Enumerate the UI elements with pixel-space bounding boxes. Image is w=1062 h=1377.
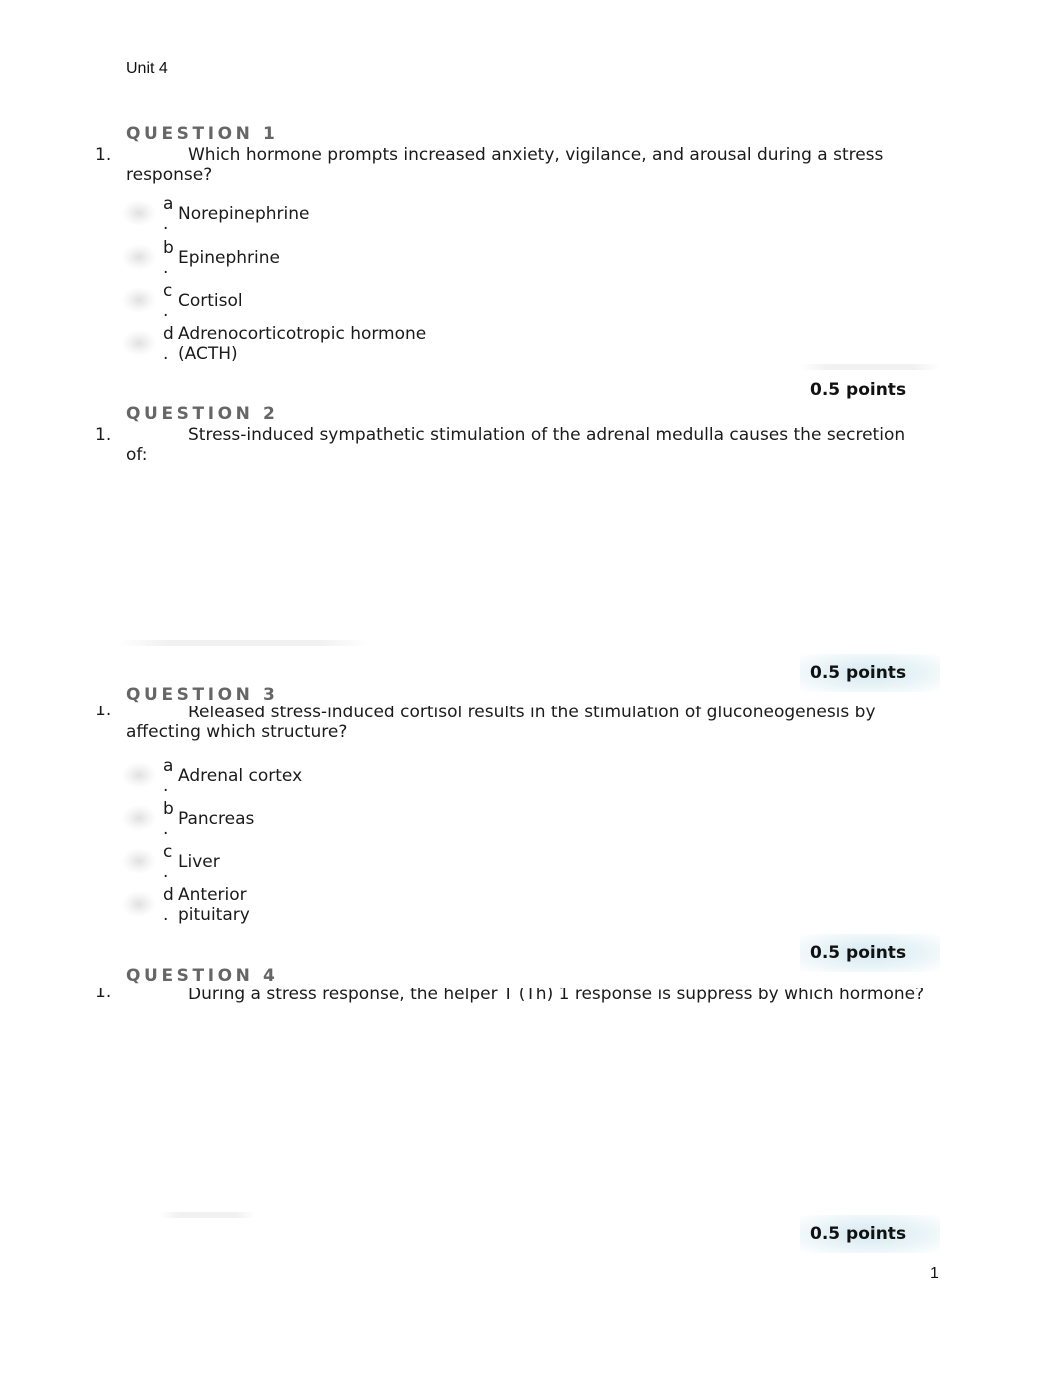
question-number: 1. xyxy=(95,145,112,165)
question-number: 1. xyxy=(95,425,112,445)
answer-letter: d. xyxy=(163,324,174,364)
radio-button[interactable] xyxy=(122,891,156,917)
answer-text: Adrenal cortex xyxy=(178,766,303,786)
answer-letter: c. xyxy=(163,281,173,321)
divider xyxy=(160,1212,255,1218)
question-heading: QUESTION 4 xyxy=(126,966,279,986)
answer-letter: a. xyxy=(163,194,174,234)
radio-button[interactable] xyxy=(122,287,156,313)
answer-option-d[interactable]: d. Adrenocorticotropic hormone (ACTH) xyxy=(122,324,622,364)
page-number: 1 xyxy=(930,1265,939,1282)
answer-text: Adrenocorticotropic hormone (ACTH) xyxy=(178,324,427,364)
question-text: During a stress response, the helper T (… xyxy=(188,988,925,1004)
answer-text: Cortisol xyxy=(178,291,243,311)
answer-text: Norepinephrine xyxy=(178,204,310,224)
answer-text: Epinephrine xyxy=(178,248,280,268)
points-label: 0.5 points xyxy=(800,934,940,972)
divider xyxy=(800,364,940,370)
points-label: 0.5 points xyxy=(810,380,907,400)
answer-option-d[interactable]: d. Anterior pituitary xyxy=(122,885,622,925)
radio-button[interactable] xyxy=(122,330,156,356)
question-heading: QUESTION 1 xyxy=(126,124,279,144)
question-text: Released stress-induced cortisol results… xyxy=(126,706,876,742)
radio-button[interactable] xyxy=(122,244,156,270)
question-heading: QUESTION 2 xyxy=(126,404,279,424)
answer-text: Anterior pituitary xyxy=(178,885,250,925)
answer-text: Pancreas xyxy=(178,809,255,829)
answer-letter: d. xyxy=(163,885,174,925)
radio-button[interactable] xyxy=(122,848,156,874)
answer-letter: c. xyxy=(163,842,173,882)
document-title: Unit 4 xyxy=(126,60,168,77)
answer-text: Liver xyxy=(178,852,220,872)
answer-option-b[interactable]: b. Pancreas xyxy=(122,799,622,839)
question-number: 1. xyxy=(95,988,112,1002)
radio-button[interactable] xyxy=(122,805,156,831)
answer-letter: b. xyxy=(163,799,174,839)
radio-button[interactable] xyxy=(122,762,156,788)
answer-option-a[interactable]: a. Adrenal cortex xyxy=(122,756,622,796)
answer-option-c[interactable]: c. Cortisol xyxy=(122,281,622,321)
answer-letter: b. xyxy=(163,238,174,278)
answer-option-a[interactable]: a. Norepinephrine xyxy=(122,194,622,234)
question-text: Which hormone prompts increased anxiety,… xyxy=(126,145,884,185)
answer-letter: a. xyxy=(163,756,174,796)
answer-option-c[interactable]: c. Liver xyxy=(122,842,622,882)
question-heading: QUESTION 3 xyxy=(126,685,279,705)
answer-option-b[interactable]: b. Epinephrine xyxy=(122,238,622,278)
points-label: 0.5 points xyxy=(800,654,940,692)
question-number: 1. xyxy=(95,706,112,720)
divider xyxy=(118,640,368,646)
points-label: 0.5 points xyxy=(800,1215,940,1253)
radio-button[interactable] xyxy=(122,200,156,226)
question-text: Stress-induced sympathetic stimulation o… xyxy=(126,425,906,465)
